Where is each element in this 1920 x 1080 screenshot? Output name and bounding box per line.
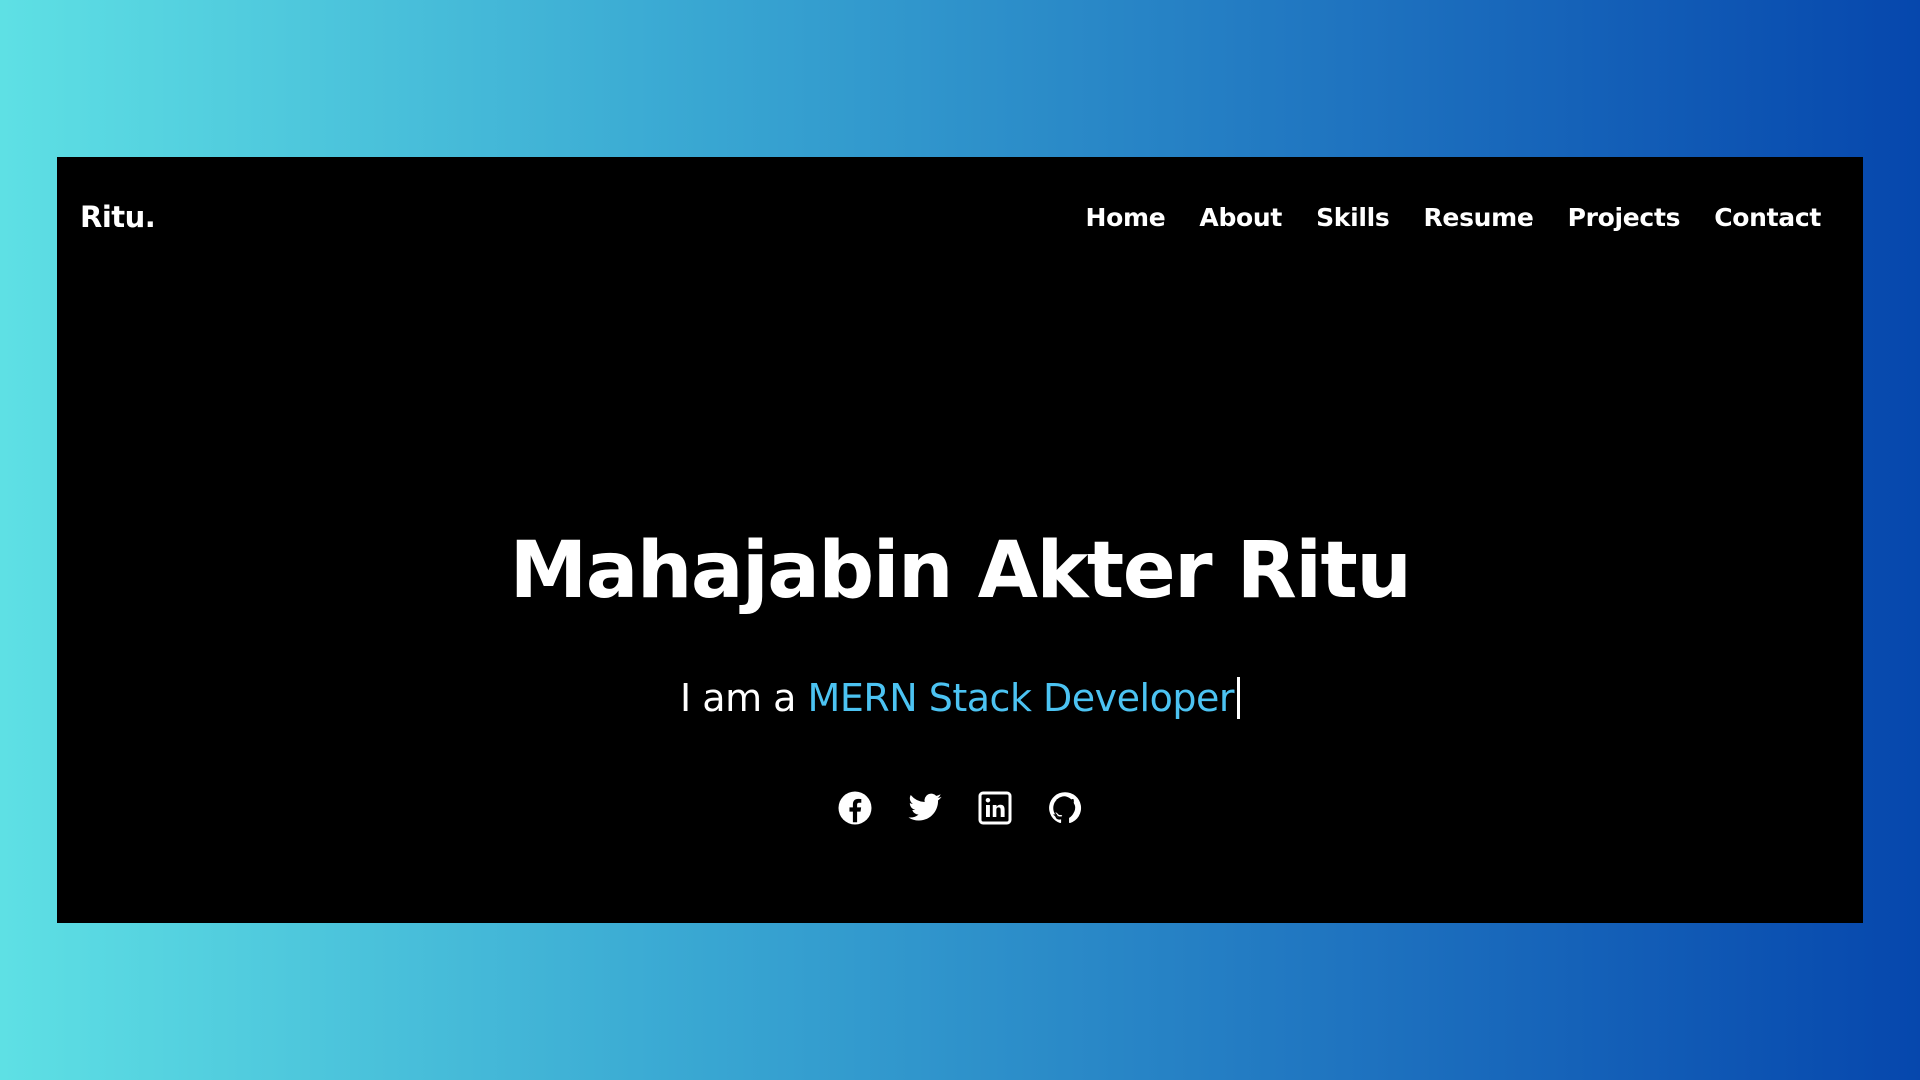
nav-resume-link[interactable]: Resume xyxy=(1423,205,1533,230)
hero-tagline: I am a MERN Stack Developer xyxy=(57,677,1863,719)
portfolio-frame: Ritu. Home About Skills Resume Projects … xyxy=(57,157,1863,923)
linkedin-icon[interactable] xyxy=(977,790,1013,826)
tagline-role: MERN Stack Developer xyxy=(807,676,1235,720)
brand-logo[interactable]: Ritu. xyxy=(80,203,156,232)
facebook-icon[interactable] xyxy=(837,790,873,826)
nav-projects-link[interactable]: Projects xyxy=(1568,205,1681,230)
nav-skills-link[interactable]: Skills xyxy=(1316,205,1390,230)
github-icon[interactable] xyxy=(1047,790,1083,826)
nav-home-link[interactable]: Home xyxy=(1085,205,1165,230)
tagline-prefix: I am a xyxy=(680,676,808,720)
hero-name: Mahajabin Akter Ritu xyxy=(509,526,1412,616)
twitter-icon[interactable] xyxy=(907,790,943,826)
typing-cursor xyxy=(1236,677,1240,719)
main-nav: Home About Skills Resume Projects Contac… xyxy=(1085,205,1821,230)
social-links xyxy=(57,790,1863,826)
nav-about-link[interactable]: About xyxy=(1199,205,1282,230)
nav-contact-link[interactable]: Contact xyxy=(1714,205,1821,230)
